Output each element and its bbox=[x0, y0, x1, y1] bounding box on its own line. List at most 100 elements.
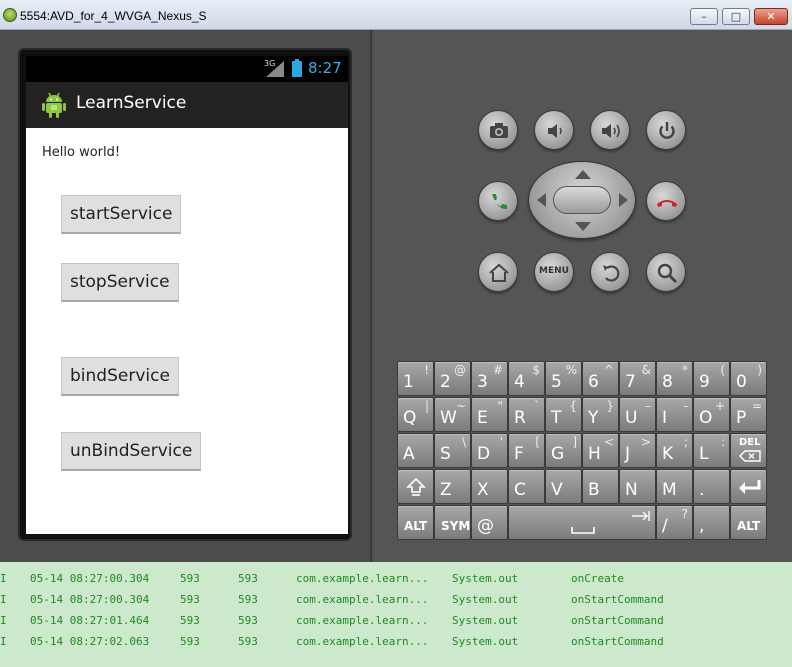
key-m[interactable]: M bbox=[656, 469, 693, 504]
camera-button[interactable] bbox=[478, 110, 518, 150]
key-l[interactable]: L: bbox=[693, 433, 730, 468]
key-k[interactable]: K; bbox=[656, 433, 693, 468]
key-y[interactable]: Y} bbox=[582, 397, 619, 432]
start-service-button[interactable]: startService bbox=[61, 195, 182, 234]
volume-down-button[interactable] bbox=[534, 110, 574, 150]
hardware-keyboard: 1! 2 @ 3 # 4 $ 5% 6 ^ 7 & 8 * 9( 0) Q | W ~ E " R… bbox=[397, 361, 769, 544]
key-8[interactable]: 8 * bbox=[656, 361, 693, 396]
key-a[interactable]: A bbox=[397, 433, 434, 468]
key-e[interactable]: E " bbox=[471, 397, 508, 432]
key-r[interactable]: R ` bbox=[508, 397, 545, 432]
status-bar: 3G 8:27 bbox=[26, 56, 348, 82]
end-call-button[interactable] bbox=[646, 181, 686, 221]
emulator-window: 5554:AVD_for_4_WVGA_Nexus_S – □ ✕ 3G 8:2… bbox=[0, 0, 792, 562]
key-b[interactable]: B bbox=[582, 469, 619, 504]
key-4[interactable]: 4 $ bbox=[508, 361, 545, 396]
menu-button[interactable]: MENU bbox=[534, 252, 574, 292]
key-u[interactable]: U – bbox=[619, 397, 656, 432]
android-logo-icon bbox=[42, 92, 66, 118]
log-row[interactable]: I 05-14 08:27:01.464 593 593 com.example… bbox=[0, 610, 792, 631]
key-enter[interactable] bbox=[730, 469, 767, 504]
back-button[interactable] bbox=[590, 252, 630, 292]
key-p[interactable]: P = bbox=[730, 397, 767, 432]
bind-service-button[interactable]: bindService bbox=[61, 357, 179, 396]
backspace-icon bbox=[739, 450, 761, 462]
key-o[interactable]: O + bbox=[693, 397, 730, 432]
search-icon bbox=[657, 263, 678, 284]
key-period[interactable]: . bbox=[693, 469, 730, 504]
key-5[interactable]: 5% bbox=[545, 361, 582, 396]
key-q[interactable]: Q | bbox=[397, 397, 434, 432]
device-pane: 3G 8:27 LearnService Hello world! startS… bbox=[0, 30, 372, 562]
key-1[interactable]: 1! bbox=[397, 361, 434, 396]
key-del[interactable]: DEL bbox=[730, 433, 767, 468]
close-button[interactable]: ✕ bbox=[754, 8, 788, 25]
key-alt-left[interactable]: ALT bbox=[397, 505, 434, 540]
end-call-icon bbox=[657, 200, 677, 207]
maximize-button[interactable]: □ bbox=[722, 8, 750, 25]
dpad-up-icon[interactable] bbox=[575, 170, 591, 179]
maximize-icon: □ bbox=[730, 10, 742, 23]
key-x[interactable]: X bbox=[471, 469, 508, 504]
key-f[interactable]: F[ bbox=[508, 433, 545, 468]
window-title: 5554:AVD_for_4_WVGA_Nexus_S bbox=[20, 9, 207, 23]
key-slash[interactable]: /? bbox=[656, 505, 693, 540]
network-type: 3G bbox=[264, 59, 276, 68]
tab-icon bbox=[632, 511, 650, 521]
dpad-center-button[interactable] bbox=[553, 186, 611, 214]
dpad-down-icon[interactable] bbox=[575, 222, 591, 231]
stop-service-button[interactable]: stopService bbox=[61, 263, 179, 302]
volume-up-icon bbox=[602, 124, 620, 138]
unbind-service-button[interactable]: unBindService bbox=[61, 432, 202, 471]
key-i[interactable]: I- bbox=[656, 397, 693, 432]
key-w[interactable]: W ~ bbox=[434, 397, 471, 432]
close-icon: ✕ bbox=[766, 10, 776, 23]
minimize-button[interactable]: – bbox=[690, 8, 718, 25]
dpad[interactable] bbox=[528, 161, 636, 239]
key-z[interactable]: Z bbox=[434, 469, 471, 504]
log-row[interactable]: I 05-14 08:27:00.304 593 593 com.example… bbox=[0, 568, 792, 589]
space-icon bbox=[571, 527, 595, 534]
key-s[interactable]: S \ bbox=[434, 433, 471, 468]
log-row[interactable]: I 05-14 08:27:02.063 593 593 com.example… bbox=[0, 631, 792, 652]
key-t[interactable]: T{ bbox=[545, 397, 582, 432]
del-label: DEL bbox=[739, 437, 761, 448]
key-7[interactable]: 7 & bbox=[619, 361, 656, 396]
phone-call-icon bbox=[492, 194, 507, 210]
dpad-left-icon[interactable] bbox=[537, 193, 546, 207]
dpad-right-icon[interactable] bbox=[619, 193, 628, 207]
key-sym[interactable]: SYM bbox=[434, 505, 471, 540]
key-j[interactable]: J > bbox=[619, 433, 656, 468]
key-9[interactable]: 9( bbox=[693, 361, 730, 396]
key-g[interactable]: G] bbox=[545, 433, 582, 468]
emulator-icon bbox=[3, 8, 17, 22]
key-3[interactable]: 3 # bbox=[471, 361, 508, 396]
call-button[interactable] bbox=[478, 181, 518, 221]
minimize-icon: – bbox=[701, 10, 707, 23]
key-d[interactable]: D ' bbox=[471, 433, 508, 468]
log-row[interactable]: I 05-14 08:27:00.304 593 593 com.example… bbox=[0, 589, 792, 610]
key-v[interactable]: V bbox=[545, 469, 582, 504]
key-h[interactable]: H < bbox=[582, 433, 619, 468]
power-button[interactable] bbox=[646, 110, 686, 150]
back-icon bbox=[603, 265, 620, 282]
volume-up-button[interactable] bbox=[590, 110, 630, 150]
logcat-panel: I 05-14 08:27:00.304 593 593 com.example… bbox=[0, 562, 792, 667]
key-at[interactable]: @ bbox=[471, 505, 508, 540]
title-bar[interactable]: 5554:AVD_for_4_WVGA_Nexus_S – □ ✕ bbox=[0, 0, 792, 30]
key-0[interactable]: 0) bbox=[730, 361, 767, 396]
home-button[interactable] bbox=[478, 252, 518, 292]
key-2[interactable]: 2 @ bbox=[434, 361, 471, 396]
key-comma[interactable]: , bbox=[693, 505, 730, 540]
key-alt-right[interactable]: ALT bbox=[730, 505, 767, 540]
key-c[interactable]: C bbox=[508, 469, 545, 504]
battery-icon bbox=[292, 59, 302, 77]
controls-pane: MENU 1! 2 @ 3 # 4 $ 5% 6 ^ 7 & 8 * 9( 0) Q | W ~… bbox=[374, 30, 792, 562]
activity-content: Hello world! startService stopService bi… bbox=[26, 128, 348, 534]
device-screen[interactable]: 3G 8:27 LearnService Hello world! startS… bbox=[18, 48, 352, 541]
key-shift[interactable] bbox=[397, 469, 434, 504]
key-space[interactable] bbox=[508, 505, 656, 540]
key-6[interactable]: 6 ^ bbox=[582, 361, 619, 396]
search-button[interactable] bbox=[646, 252, 686, 292]
key-n[interactable]: N bbox=[619, 469, 656, 504]
